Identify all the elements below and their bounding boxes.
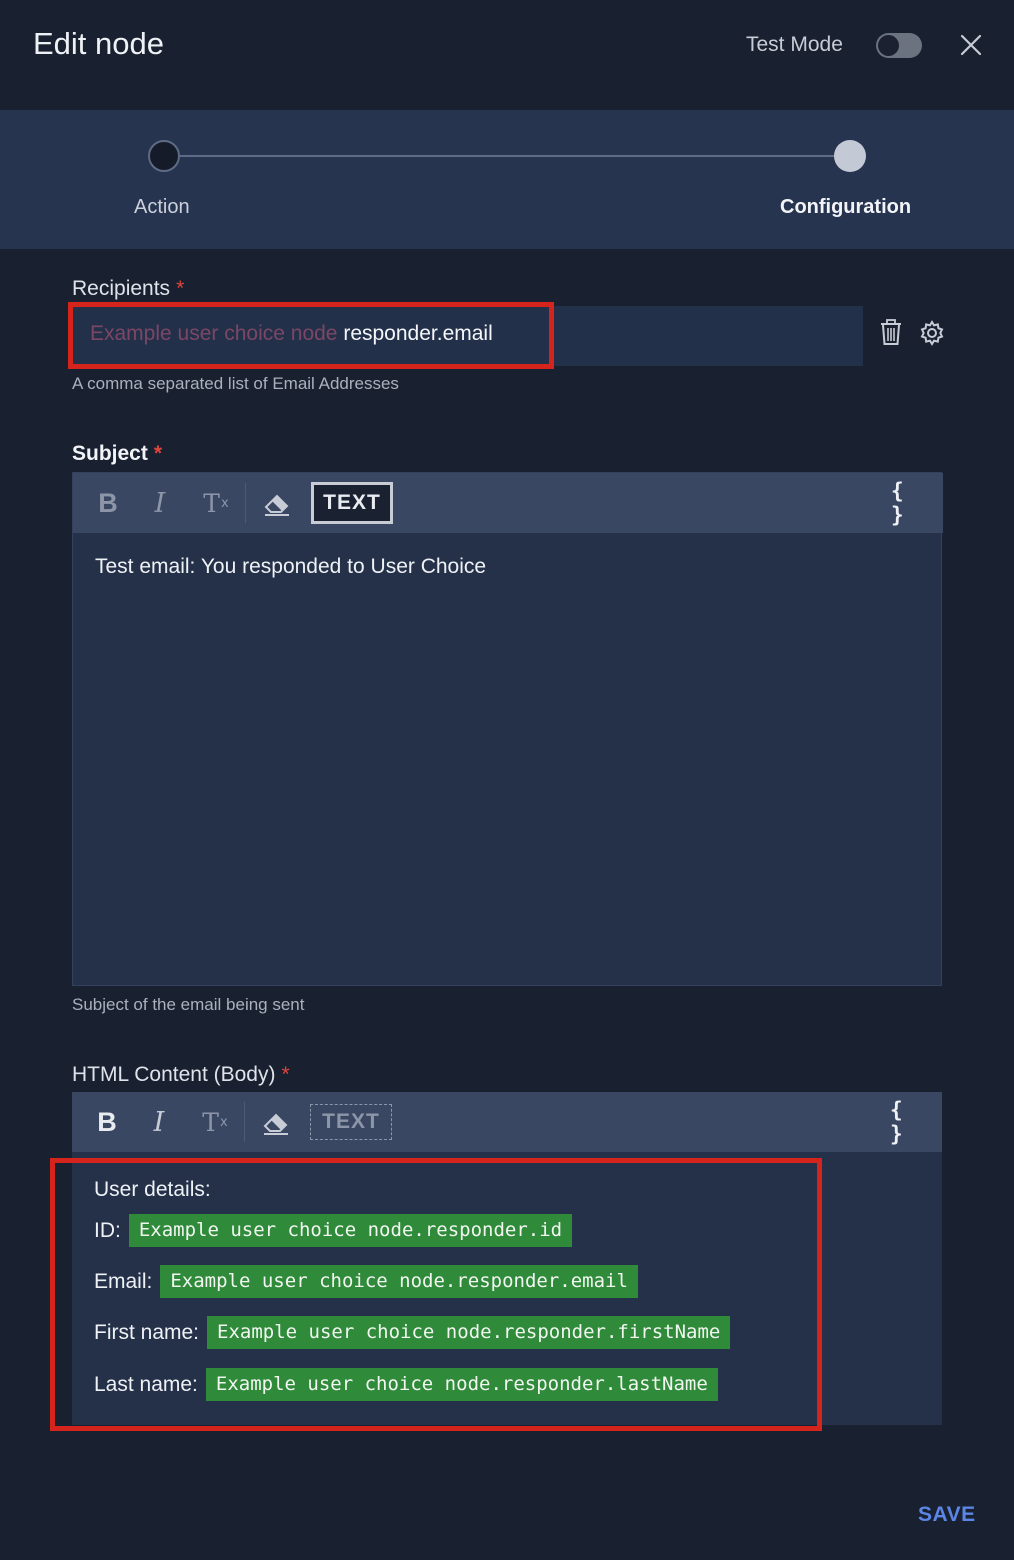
eraser-icon bbox=[264, 494, 289, 516]
subject-label: Subject * bbox=[72, 442, 162, 466]
eraser-icon bbox=[263, 1113, 288, 1135]
toolbar-divider bbox=[245, 483, 246, 523]
clear-format-sub: x bbox=[219, 1114, 228, 1130]
close-icon bbox=[960, 34, 982, 56]
edit-node-panel: Edit node Test Mode Action Configuration… bbox=[0, 0, 1014, 1560]
clear-format-button[interactable]: Tx bbox=[201, 487, 231, 519]
step-action-label[interactable]: Action bbox=[134, 196, 190, 219]
body-toolbar: B I Tx TEXT { } bbox=[72, 1092, 942, 1152]
body-label: HTML Content (Body) * bbox=[72, 1063, 290, 1087]
body-highlight-box bbox=[50, 1158, 822, 1431]
test-mode-label: Test Mode bbox=[746, 33, 843, 56]
italic-button[interactable]: I bbox=[148, 1106, 170, 1138]
recipients-label-text: Recipients bbox=[72, 277, 171, 300]
required-mark: * bbox=[281, 1063, 290, 1086]
stepper-line bbox=[180, 155, 835, 157]
clear-format-glyph: T bbox=[202, 1107, 219, 1137]
step-action-dot[interactable] bbox=[148, 140, 180, 172]
subject-helper-text: Subject of the email being sent bbox=[72, 995, 305, 1014]
subject-toolbar: B I Tx TEXT { } bbox=[73, 473, 943, 533]
stepper: Action Configuration bbox=[0, 110, 1014, 249]
subject-value[interactable]: Test email: You responded to User Choice bbox=[95, 555, 486, 579]
bold-button[interactable]: B bbox=[95, 487, 121, 519]
close-button[interactable] bbox=[957, 31, 985, 59]
recipients-highlight-box bbox=[68, 302, 554, 369]
save-button[interactable]: SAVE bbox=[918, 1503, 976, 1527]
text-mode-button[interactable]: TEXT bbox=[310, 1104, 392, 1140]
step-configuration-dot[interactable] bbox=[834, 140, 866, 172]
clear-format-sub: x bbox=[220, 495, 229, 511]
toolbar-divider bbox=[244, 1102, 245, 1142]
page-title: Edit node bbox=[33, 26, 164, 61]
text-mode-button[interactable]: TEXT bbox=[311, 482, 393, 524]
delete-recipient-button[interactable] bbox=[878, 318, 904, 348]
recipient-settings-button[interactable] bbox=[918, 319, 946, 347]
required-mark: * bbox=[176, 277, 185, 300]
eraser-button[interactable] bbox=[261, 487, 293, 519]
body-label-text: HTML Content (Body) bbox=[72, 1063, 276, 1086]
panel-header: Edit node Test Mode bbox=[0, 0, 1014, 110]
subject-label-text: Subject bbox=[72, 442, 148, 465]
toggle-knob bbox=[878, 35, 899, 56]
recipients-helper-text: A comma separated list of Email Addresse… bbox=[72, 374, 399, 393]
trash-icon bbox=[881, 319, 901, 345]
clear-format-button[interactable]: Tx bbox=[200, 1106, 230, 1138]
variables-button[interactable]: { } bbox=[891, 479, 925, 527]
subject-editor[interactable]: B I Tx TEXT { } Test email: You responde… bbox=[72, 472, 943, 986]
test-mode-toggle[interactable] bbox=[876, 33, 922, 58]
gear-icon bbox=[920, 320, 944, 346]
italic-button[interactable]: I bbox=[149, 487, 171, 519]
required-mark: * bbox=[153, 442, 163, 465]
bold-button[interactable]: B bbox=[94, 1106, 120, 1138]
eraser-button[interactable] bbox=[260, 1106, 292, 1138]
recipients-label: Recipients * bbox=[72, 277, 184, 301]
variables-button[interactable]: { } bbox=[890, 1098, 924, 1146]
step-configuration-label[interactable]: Configuration bbox=[780, 196, 911, 219]
clear-format-glyph: T bbox=[203, 488, 220, 518]
